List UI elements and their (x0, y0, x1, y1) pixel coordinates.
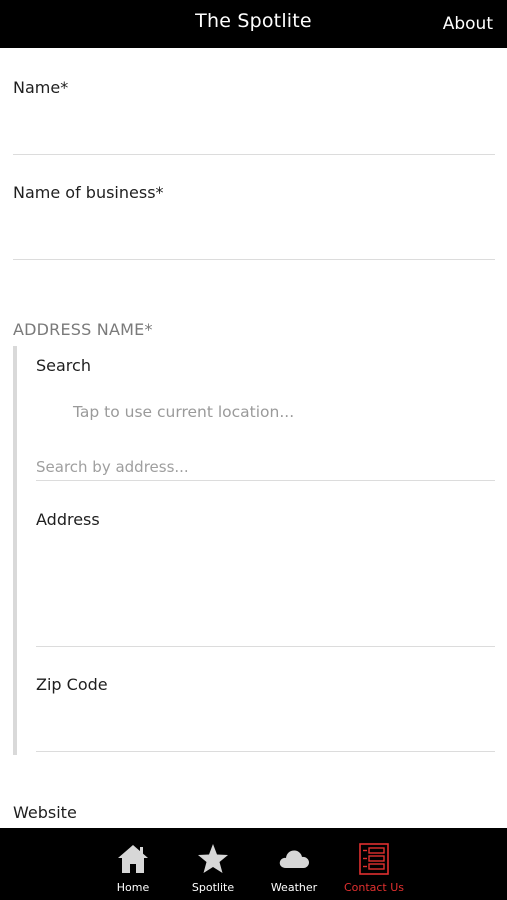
address-section-label: ADDRESS NAME* (13, 320, 153, 339)
address-group: Search Tap to use current location... Ad… (13, 346, 495, 755)
nav-spotlite-label: Spotlite (191, 881, 235, 894)
search-underline (36, 480, 495, 481)
nav-spotlite[interactable]: Spotlite (171, 828, 255, 900)
bottom-nav: Home Spotlite Weather Contact Us (0, 828, 507, 900)
nav-weather[interactable]: Weather (252, 828, 336, 900)
address-label: Address (36, 510, 100, 529)
contact-form: Name* Name of business* ADDRESS NAME* Se… (0, 48, 507, 828)
name-label: Name* (13, 78, 69, 97)
nav-weather-label: Weather (270, 881, 318, 894)
form-icon (359, 843, 389, 875)
business-name-field[interactable] (13, 259, 495, 260)
zip-code-field[interactable] (36, 751, 495, 752)
star-icon (198, 844, 228, 873)
nav-home-label: Home (116, 881, 150, 894)
about-button[interactable]: About (443, 14, 493, 34)
cloud-icon (279, 850, 309, 868)
nav-contact-us-label: Contact Us (343, 881, 405, 894)
app-title: The Spotlite (195, 10, 312, 32)
zip-code-label: Zip Code (36, 675, 108, 694)
search-address-input[interactable] (36, 454, 495, 480)
address-field[interactable] (36, 646, 495, 647)
website-label: Website (13, 803, 77, 822)
top-bar: The Spotlite About (0, 0, 507, 48)
nav-home[interactable]: Home (91, 828, 175, 900)
search-label: Search (36, 356, 91, 375)
business-name-label: Name of business* (13, 183, 164, 202)
nav-contact-us[interactable]: Contact Us (332, 828, 416, 900)
app: The Spotlite About Name* Name of busines… (0, 0, 507, 900)
home-icon (118, 845, 148, 873)
name-field[interactable] (13, 154, 495, 155)
use-current-location-button[interactable]: Tap to use current location... (73, 403, 294, 421)
